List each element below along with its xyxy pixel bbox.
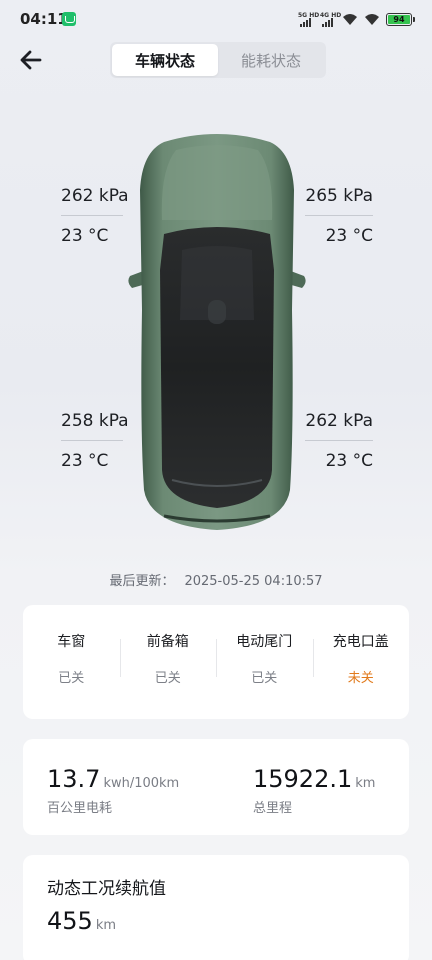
wifi-icon-1 [343, 14, 357, 25]
closure-state: 已关 [58, 671, 85, 686]
battery-level: 94 [388, 15, 410, 24]
odometer-value: 15922.1 [253, 765, 353, 793]
divider [61, 440, 123, 441]
last-updated: 最后更新： 2025-05-25 04:10:57 [0, 570, 432, 589]
odometer: 15922.1 km 总里程 [253, 765, 375, 816]
range-unit: km [95, 918, 117, 933]
last-updated-time: 2025-05-25 04:10:57 [184, 574, 323, 589]
tire-temperature: 23 °C [325, 226, 373, 246]
odometer-unit: km [355, 776, 376, 791]
tire-pressure: 265 kPa [305, 186, 373, 206]
tire-front-left: 262 kPa 23 °C [61, 186, 129, 246]
range-number: 455 [47, 907, 93, 935]
closure-label: 前备箱 [146, 634, 189, 650]
tire-temperature: 23 °C [61, 451, 109, 471]
tire-rear-left: 258 kPa 23 °C [61, 411, 129, 471]
car-top-view [128, 134, 306, 530]
range-card: 动态工况续航值 455 km [23, 855, 409, 960]
tire-pressure: 262 kPa [305, 411, 373, 431]
closure-state-warning: 未关 [347, 671, 374, 686]
battery-icon: 94 [386, 13, 415, 26]
closure-frunk[interactable]: 前备箱 已关 [119, 605, 217, 719]
closure-state: 已关 [251, 671, 278, 686]
stats-card: 13.7 kwh/100km 百公里电耗 15922.1 km 总里程 [23, 739, 409, 835]
tab-energy-status[interactable]: 能耗状态 [218, 44, 324, 76]
consumption-label: 百公里电耗 [47, 801, 113, 816]
tire-pressure: 258 kPa [61, 411, 129, 431]
closure-windows[interactable]: 车窗 已关 [23, 605, 120, 719]
divider [305, 440, 373, 441]
tire-temperature: 23 °C [325, 451, 373, 471]
consumption-unit: kwh/100km [103, 776, 180, 791]
app-notification-icon [62, 12, 76, 26]
energy-consumption: 13.7 kwh/100km 百公里电耗 [47, 765, 179, 816]
signal-icon-2 [322, 18, 333, 27]
consumption-value: 13.7 [47, 765, 101, 793]
tire-rear-right: 262 kPa 23 °C [303, 411, 373, 471]
tire-temperature: 23 °C [61, 226, 109, 246]
range-value: 455 km [47, 907, 116, 935]
status-time: 04:11 [20, 10, 68, 28]
closure-label: 车窗 [57, 634, 86, 650]
range-title: 动态工况续航值 [47, 879, 166, 899]
signal-icon-1 [300, 18, 311, 27]
closure-tailgate[interactable]: 电动尾门 已关 [216, 605, 313, 719]
odometer-label: 总里程 [253, 801, 293, 816]
tab-vehicle-status[interactable]: 车辆状态 [112, 44, 218, 76]
divider [61, 215, 123, 216]
closure-state: 已关 [154, 671, 181, 686]
tab-bar: 车辆状态 能耗状态 [110, 42, 326, 78]
status-bar: 04:11 5G HD 4G HD 94 [0, 0, 432, 38]
closures-card: 车窗 已关 前备箱 已关 电动尾门 已关 充电口盖 未关 [23, 605, 409, 719]
tire-front-right: 265 kPa 23 °C [303, 186, 373, 246]
back-arrow-icon[interactable] [18, 48, 44, 72]
tire-pressure: 262 kPa [61, 186, 129, 206]
wifi-icon-2 [365, 14, 379, 25]
closure-charge-port[interactable]: 充电口盖 未关 [312, 605, 410, 719]
divider [305, 215, 373, 216]
closure-label: 电动尾门 [236, 634, 293, 650]
closure-label: 充电口盖 [332, 634, 389, 650]
last-updated-label: 最后更新： [109, 574, 175, 589]
